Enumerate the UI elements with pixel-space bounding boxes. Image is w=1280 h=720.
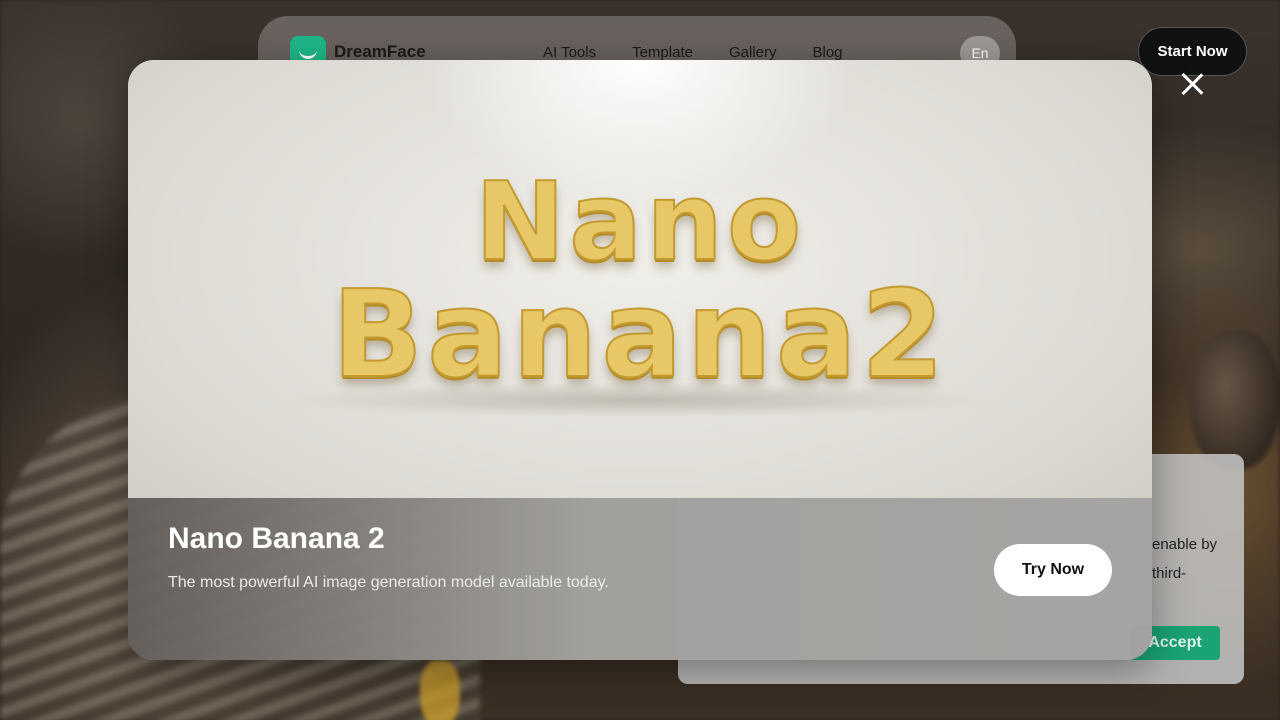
start-now-button[interactable]: Start Now [1138, 27, 1247, 76]
background-vase [1190, 330, 1280, 470]
hero-image: Nano Banana2 [128, 60, 1152, 498]
modal-title: Nano Banana 2 [168, 522, 385, 555]
try-now-button[interactable]: Try Now [994, 544, 1112, 596]
promo-modal: Nano Banana2 Nano Banana 2 The most powe… [128, 60, 1152, 660]
cookie-text: enable by third- [1152, 536, 1218, 582]
modal-subtitle: The most powerful AI image generation mo… [168, 574, 609, 591]
nav-link-gallery[interactable]: Gallery [729, 44, 777, 61]
nav-link-blog[interactable]: Blog [812, 44, 842, 61]
brand-name: DreamFace [334, 42, 426, 61]
nav-links: AI Tools Template Gallery Blog [543, 44, 843, 61]
modal-footer: Nano Banana 2 The most powerful AI image… [128, 498, 1152, 660]
nav-link-template[interactable]: Template [632, 44, 693, 61]
background-beak [420, 660, 460, 720]
nav-link-ai-tools[interactable]: AI Tools [543, 44, 596, 61]
hero-banana-text-line2: Banana2 [331, 265, 949, 406]
close-icon[interactable] [1178, 70, 1206, 98]
